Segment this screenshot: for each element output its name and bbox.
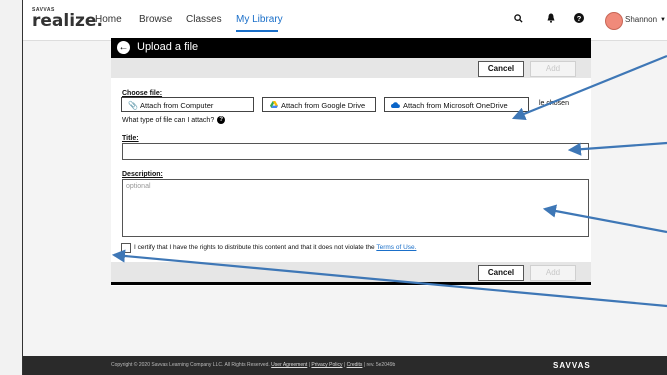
annotation-arrow-certify — [111, 249, 667, 308]
annotation-arrows — [111, 54, 667, 308]
annotation-arrow-attach — [511, 54, 667, 120]
annotation-arrow-title — [567, 141, 667, 156]
annotation-arrow-description — [542, 204, 667, 234]
